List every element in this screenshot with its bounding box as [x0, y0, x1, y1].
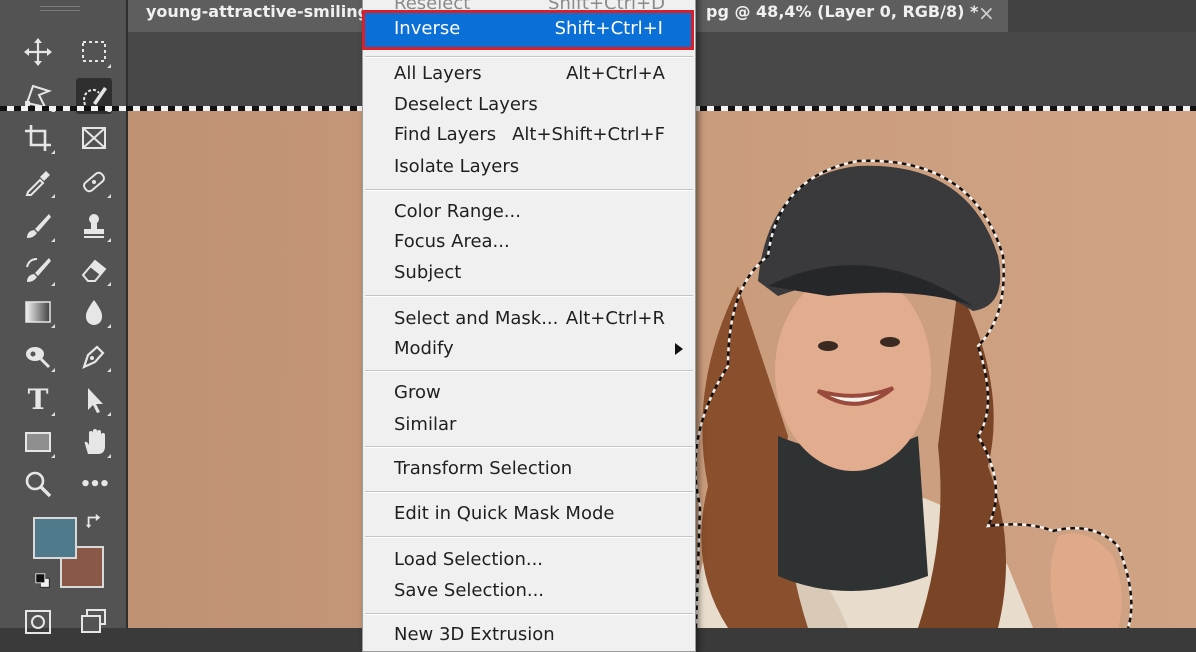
menu-item-load-selection[interactable]: Load Selection...	[363, 545, 695, 575]
tool-group-indicator	[51, 194, 55, 198]
menu-item-all-layers[interactable]: All Layers Alt+Ctrl+A	[363, 59, 695, 89]
menu-item-quick-mask[interactable]: Edit in Quick Mask Mode	[363, 499, 695, 529]
screen-mode-icon[interactable]	[76, 604, 112, 640]
tool-group-indicator	[107, 194, 111, 198]
menu-item-shortcut: Shift+Ctrl+I	[554, 18, 663, 39]
menu-item-modify[interactable]: Modify	[363, 334, 695, 364]
gradient-icon[interactable]	[20, 294, 56, 330]
move-tool-icon[interactable]	[20, 34, 56, 70]
menu-item-label: Edit in Quick Mask Mode	[394, 503, 615, 524]
menu-item-grow[interactable]: Grow	[363, 378, 695, 408]
menu-item-isolate-layers[interactable]: Isolate Layers	[363, 152, 695, 182]
menu-item-new-3d-extrusion[interactable]: New 3D Extrusion	[363, 620, 695, 650]
menu-item-deselect-layers[interactable]: Deselect Layers	[363, 90, 695, 120]
pen-icon[interactable]	[76, 338, 112, 374]
menu-item-transform-selection[interactable]: Transform Selection	[363, 454, 695, 484]
menu-item-inverse[interactable]: Inverse Shift+Ctrl+I	[362, 10, 694, 50]
menu-item-label: Modify	[394, 338, 454, 359]
ellipsis-glyph: •••	[79, 473, 110, 495]
close-icon[interactable]: ×	[978, 1, 995, 25]
menu-item-label: Save Selection...	[394, 580, 545, 601]
menu-item-label: Load Selection...	[394, 549, 544, 570]
eraser-icon[interactable]	[76, 252, 112, 288]
hand-icon[interactable]	[76, 424, 112, 460]
history-brush-icon[interactable]	[20, 252, 56, 288]
document-tab-title-left: young-attractive-smiling	[146, 2, 370, 21]
menu-item-label: Select and Mask...	[394, 308, 559, 329]
tool-group-indicator	[107, 282, 111, 286]
zoom-icon[interactable]	[20, 466, 56, 502]
spot-healing-icon[interactable]	[76, 164, 112, 200]
select-menu: Reselect Shift+Ctrl+D Inverse Shift+Ctrl…	[362, 0, 696, 652]
menu-item-label: Subject	[394, 262, 462, 283]
panel-grip[interactable]	[40, 6, 80, 11]
foreground-color-swatch[interactable]	[33, 517, 77, 559]
more-tools-icon[interactable]: •••	[76, 466, 112, 502]
menu-separator	[365, 536, 693, 538]
clone-stamp-icon[interactable]	[76, 208, 112, 244]
menu-item-label: Deselect Layers	[394, 94, 538, 115]
brush-icon[interactable]	[20, 208, 56, 244]
menu-item-subject[interactable]: Subject	[363, 258, 695, 288]
tool-group-indicator	[107, 324, 111, 328]
tool-group-indicator	[107, 454, 111, 458]
tool-group-indicator	[51, 412, 55, 416]
tools-panel: T •••	[0, 0, 128, 634]
tool-group-indicator	[51, 282, 55, 286]
menu-item-label: Similar	[394, 414, 457, 435]
menu-item-label: Focus Area...	[394, 231, 510, 252]
menu-item-find-layers[interactable]: Find Layers Alt+Shift+Ctrl+F	[363, 120, 695, 150]
menu-item-label: Grow	[394, 382, 441, 403]
menu-separator	[365, 491, 693, 493]
menu-item-focus-area[interactable]: Focus Area...	[363, 227, 695, 257]
menu-separator	[365, 370, 693, 372]
tool-group-indicator	[107, 368, 111, 372]
blur-icon[interactable]	[76, 294, 112, 330]
eyedropper-icon[interactable]	[20, 164, 56, 200]
rectangle-icon[interactable]	[20, 424, 56, 460]
tool-group-indicator	[51, 238, 55, 242]
menu-item-select-and-mask[interactable]: Select and Mask... Alt+Ctrl+R	[363, 304, 695, 334]
menu-separator	[365, 56, 693, 58]
menu-item-label: New 3D Extrusion	[394, 624, 555, 645]
dodge-icon[interactable]	[20, 338, 56, 374]
tool-group-indicator	[51, 150, 55, 154]
type-glyph: T	[27, 383, 49, 416]
menu-separator	[365, 295, 693, 297]
menu-item-label: Reselect	[394, 0, 471, 14]
tool-group-indicator	[107, 64, 111, 68]
swap-colors-icon[interactable]	[84, 512, 104, 532]
default-colors-icon[interactable]	[32, 570, 54, 592]
submenu-arrow-icon	[675, 343, 683, 355]
menu-item-label: Color Range...	[394, 201, 521, 222]
type-tool-icon[interactable]: T	[20, 382, 56, 418]
crop-icon[interactable]	[20, 120, 56, 156]
tool-group-indicator	[51, 368, 55, 372]
menu-separator	[365, 189, 693, 191]
tool-group-indicator	[107, 412, 111, 416]
menu-item-similar[interactable]: Similar	[363, 410, 695, 440]
menu-item-color-range[interactable]: Color Range...	[363, 197, 695, 227]
path-selection-icon[interactable]	[76, 382, 112, 418]
frame-icon[interactable]	[76, 120, 112, 156]
tool-group-indicator	[51, 324, 55, 328]
menu-separator	[365, 613, 693, 615]
quick-mask-icon[interactable]	[20, 604, 56, 640]
tool-group-indicator	[51, 454, 55, 458]
rectangular-marquee-icon[interactable]	[76, 34, 112, 70]
menu-item-shortcut: Shift+Ctrl+D	[548, 0, 665, 14]
menu-item-shortcut: Alt+Ctrl+A	[566, 63, 665, 84]
menu-item-label: Isolate Layers	[394, 156, 520, 177]
document-tab-title-right: pg @ 48,4% (Layer 0, RGB/8) *	[706, 2, 979, 21]
menu-item-shortcut: Alt+Shift+Ctrl+F	[512, 124, 665, 145]
menu-item-shortcut: Alt+Ctrl+R	[565, 308, 665, 329]
menu-item-save-selection[interactable]: Save Selection...	[363, 576, 695, 606]
menu-separator	[365, 446, 693, 448]
menu-item-label: All Layers	[394, 63, 482, 84]
menu-item-label: Transform Selection	[394, 458, 573, 479]
menu-item-label: Find Layers	[394, 124, 497, 145]
menu-item-label: Inverse	[394, 18, 461, 39]
tool-group-indicator	[107, 238, 111, 242]
